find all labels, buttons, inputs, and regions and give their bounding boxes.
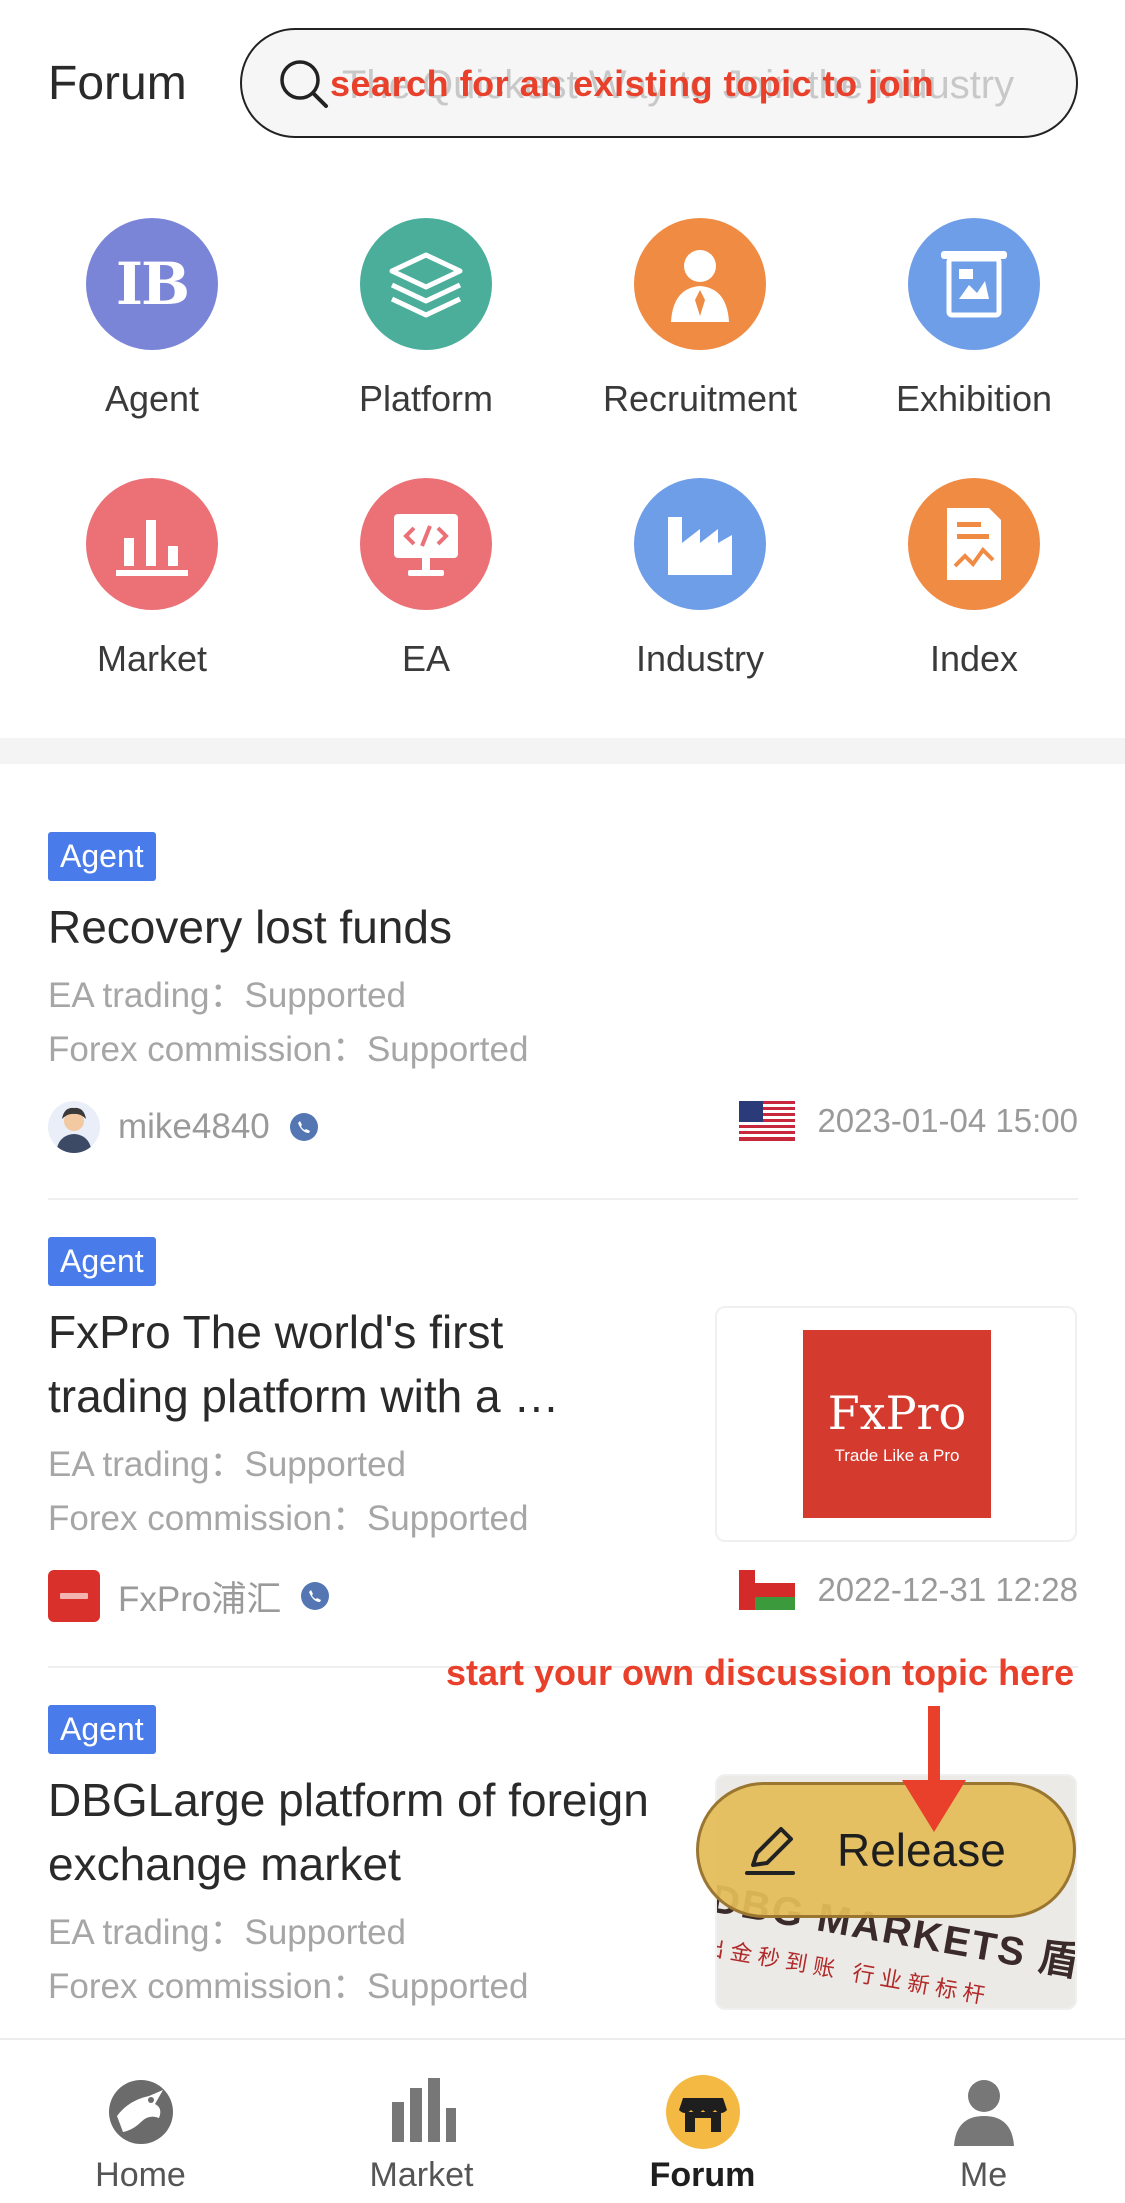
search-icon bbox=[280, 60, 328, 108]
category-label: Agent bbox=[104, 378, 200, 419]
oman-flag-icon bbox=[739, 1570, 796, 1610]
nav-label: Forum bbox=[649, 2156, 756, 2194]
person-icon bbox=[634, 218, 766, 350]
category-tag: Agent bbox=[48, 832, 156, 881]
category-ea[interactable]: EA bbox=[289, 478, 563, 680]
phone-icon bbox=[301, 1582, 330, 1610]
bottom-nav: Home Market Forum Me bbox=[0, 2038, 1125, 2203]
category-industry[interactable]: Industry bbox=[563, 478, 837, 680]
category-exhibition[interactable]: Exhibition bbox=[837, 218, 1111, 420]
category-recruitment[interactable]: Recruitment bbox=[563, 218, 837, 420]
post-title: Recovery lost funds bbox=[48, 901, 452, 953]
category-agent[interactable]: IB Agent bbox=[15, 218, 289, 420]
nav-label: Market bbox=[369, 2156, 474, 2194]
person-icon bbox=[946, 2074, 1022, 2150]
eagle-icon bbox=[103, 2074, 179, 2150]
category-tag: Agent bbox=[48, 1237, 156, 1286]
us-flag-icon bbox=[739, 1101, 796, 1141]
pencil-icon bbox=[745, 1827, 795, 1875]
factory-icon bbox=[634, 478, 766, 610]
exhibition-icon bbox=[908, 218, 1040, 350]
thumb-brand: FxPro bbox=[827, 1386, 967, 1440]
category-label: Exhibition bbox=[895, 378, 1053, 419]
nav-me[interactable]: Me bbox=[843, 2040, 1124, 2203]
post-meta-commission: Forex commission：Supported bbox=[48, 1030, 529, 1069]
nav-market[interactable]: Market bbox=[281, 2040, 562, 2203]
ib-icon: IB bbox=[86, 218, 218, 350]
category-label: EA bbox=[401, 638, 451, 679]
post-date: 2022-12-31 12:28 bbox=[817, 1571, 1078, 1608]
bar-chart-icon bbox=[384, 2074, 460, 2150]
store-icon bbox=[665, 2074, 741, 2150]
post-separator bbox=[48, 1198, 1078, 1200]
nav-forum[interactable]: Forum bbox=[562, 2040, 843, 2203]
fxpro-banner: FxPro Trade Like a Pro bbox=[803, 1330, 991, 1518]
author[interactable]: FxPro浦汇 bbox=[48, 1570, 330, 1622]
post-item[interactable]: Agent Recovery lost funds EA trading：Sup… bbox=[48, 832, 1078, 1161]
category-label: Recruitment bbox=[602, 378, 798, 419]
post-meta-ea: EA trading：Supported bbox=[48, 976, 407, 1015]
bar-chart-icon bbox=[86, 478, 218, 610]
category-label: Market bbox=[96, 638, 208, 679]
avatar bbox=[48, 1101, 100, 1153]
author-name: mike4840 bbox=[118, 1107, 270, 1146]
nav-label: Me bbox=[959, 2156, 1008, 2194]
layers-icon bbox=[360, 218, 492, 350]
post-date: 2023-01-04 15:00 bbox=[817, 1102, 1078, 1139]
phone-icon bbox=[289, 1113, 318, 1141]
author-name: FxPro浦汇 bbox=[118, 1579, 282, 1619]
document-chart-icon bbox=[908, 478, 1040, 610]
post-thumbnail[interactable]: FxPro Trade Like a Pro bbox=[715, 1306, 1077, 1542]
section-divider bbox=[0, 738, 1125, 764]
search-annotation: search for an existing topic to join bbox=[330, 63, 935, 104]
nav-home[interactable]: Home bbox=[0, 2040, 281, 2203]
page-title: Forum bbox=[48, 57, 187, 110]
release-annotation: start your own discussion topic here bbox=[446, 1652, 1075, 1693]
post-title: DBGLarge platform of foreign exchange ma… bbox=[48, 1774, 649, 1890]
thumb-tagline: Trade Like a Pro bbox=[834, 1446, 960, 1465]
release-button[interactable]: Release bbox=[696, 1782, 1076, 1918]
fxpro-logo-icon bbox=[48, 1570, 100, 1622]
category-market[interactable]: Market bbox=[15, 478, 289, 680]
category-label: Platform bbox=[358, 378, 494, 419]
author[interactable]: mike4840 bbox=[48, 1101, 318, 1153]
category-label: Industry bbox=[635, 638, 765, 679]
category-tag: Agent bbox=[48, 1705, 156, 1754]
nav-label: Home bbox=[95, 2156, 186, 2194]
header: Forum The Quickest Way to Join the indus… bbox=[0, 0, 1125, 170]
category-index[interactable]: Index bbox=[837, 478, 1111, 680]
code-monitor-icon bbox=[360, 478, 492, 610]
category-platform[interactable]: Platform bbox=[289, 218, 563, 420]
search-input[interactable]: The Quickest Way to Join the industry se… bbox=[240, 28, 1078, 138]
post-title: FxPro The world's first trading platform… bbox=[48, 1306, 560, 1422]
arrow-down-icon bbox=[902, 1706, 966, 1832]
category-label: Index bbox=[929, 638, 1019, 679]
